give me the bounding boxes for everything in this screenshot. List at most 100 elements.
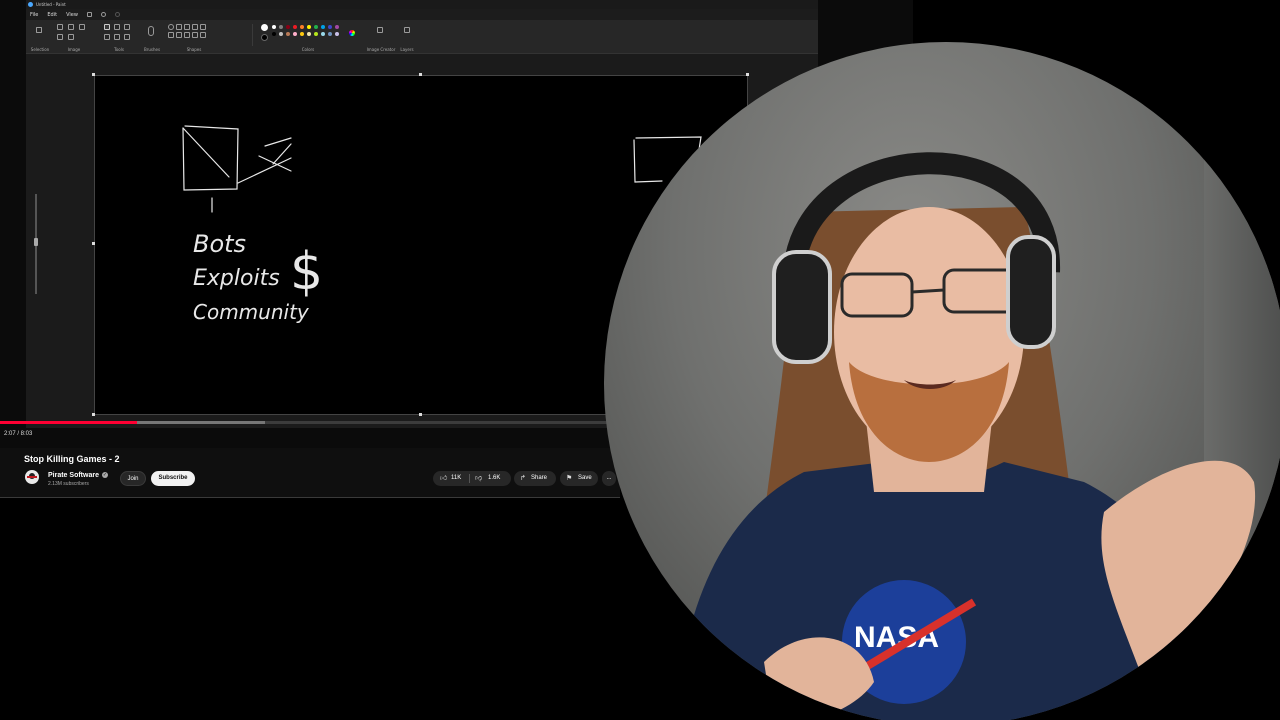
palette-swatch[interactable] [314,32,318,36]
share-icon: ↱ [520,475,526,482]
resize-handle[interactable] [92,242,95,245]
channel-name[interactable]: Pirate Software [48,472,99,479]
thumbs-down-icon[interactable]: 👎︎ [475,471,482,486]
like-count[interactable]: 11K [451,471,461,486]
video-metadata: Stop Killing Games - 2 Pirate Software ✓… [0,448,620,498]
undo-icon[interactable] [100,12,106,17]
bookmark-icon: ⚑ [566,475,573,482]
palette-swatch[interactable] [307,32,311,36]
shape-heart-icon[interactable] [200,32,206,38]
headphone-left [772,250,832,364]
palette-swatch[interactable] [328,32,332,36]
save-icon[interactable] [86,12,92,17]
palette-swatch[interactable] [300,25,304,29]
zoom-slider[interactable] [34,194,38,294]
image-tool-icon[interactable] [68,34,74,40]
group-colors-label: Colors [301,47,315,52]
palette-swatch[interactable] [272,32,276,36]
group-shapes[interactable]: Shapes [166,22,222,52]
eraser-icon[interactable] [104,34,110,40]
video-title: Stop Killing Games - 2 [24,454,120,464]
subscriber-count: 2.13M subscribers [48,481,89,487]
selection-icon[interactable] [36,27,42,33]
subscribe-button[interactable]: Subscribe [151,471,195,486]
channel-avatar[interactable] [25,470,39,484]
verified-icon: ✓ [102,472,108,478]
shape-diamond-icon[interactable] [200,24,206,30]
palette-swatch[interactable] [279,32,283,36]
menu-edit[interactable]: Edit [47,12,57,18]
menu-view[interactable]: View [66,12,78,18]
share-button[interactable]: ↱ Share [514,471,556,486]
palette-swatch[interactable] [293,25,297,29]
group-brushes[interactable]: Brushes [138,22,166,52]
group-tools[interactable]: Tools [104,22,134,52]
edit-colors-icon[interactable] [349,30,355,36]
sketch-text-community: Community [193,300,310,324]
save-button[interactable]: ⚑ Save [560,471,598,486]
resize-handle[interactable] [419,413,422,416]
palette-swatch[interactable] [314,25,318,29]
shape-arrow-icon[interactable] [176,32,182,38]
palette-swatch[interactable] [321,32,325,36]
palette-swatch[interactable] [286,25,290,29]
palette-swatch[interactable] [307,25,311,29]
group-image-creator[interactable]: Image Creator [366,22,396,52]
palette-swatch[interactable] [328,25,332,29]
palette-swatch[interactable] [286,32,290,36]
pencil-icon[interactable] [104,24,110,30]
palette-swatch[interactable] [300,32,304,36]
brush-icon[interactable] [148,26,154,36]
group-selection[interactable]: Selection [28,22,52,52]
paint-window-title: Untitled - Paint [36,2,66,7]
group-selection-label: Selection [30,47,50,52]
shape-rect-icon[interactable] [176,24,182,30]
zoom-thumb[interactable] [34,238,38,246]
resize-handle[interactable] [419,73,422,76]
text-icon[interactable] [124,24,130,30]
like-dislike-group: 👍︎ 11K 👎︎ 1.6K [433,471,511,486]
sketch-text-exploits: Exploits [193,266,280,291]
paint-logo-icon [28,2,33,7]
group-image[interactable]: Image [54,22,94,52]
magnifier-icon[interactable] [124,34,130,40]
redo-icon[interactable] [114,12,120,17]
palette-swatch[interactable] [321,25,325,29]
join-button[interactable]: Join [120,471,146,486]
flip-icon[interactable] [57,34,63,40]
shape-triangle-icon[interactable] [192,24,198,30]
dislike-count[interactable]: 1.6K [488,471,500,486]
group-colors[interactable]: Colors [258,22,358,52]
palette-swatch[interactable] [293,32,297,36]
shape-rounded-icon[interactable] [184,24,190,30]
group-image-creator-label: Image Creator [366,47,396,52]
ribbon-divider [252,24,253,46]
palette-swatch[interactable] [272,25,276,29]
shape-oval-icon[interactable] [168,24,174,30]
group-shapes-label: Shapes [186,47,202,52]
shape-star-icon[interactable] [184,32,190,38]
thumbs-up-icon[interactable]: 👍︎ [440,471,447,486]
layers-icon[interactable] [404,27,410,33]
palette-swatch[interactable] [279,25,283,29]
avatar-bandana-icon [27,476,37,478]
primary-color[interactable] [261,24,268,31]
shape-line-icon[interactable] [168,32,174,38]
rotate-icon[interactable] [79,24,85,30]
resize-handle[interactable] [92,73,95,76]
group-tools-label: Tools [114,47,124,52]
resize-handle[interactable] [92,413,95,416]
resize-icon[interactable] [68,24,74,30]
crop-icon[interactable] [57,24,63,30]
headphone-right [1006,235,1056,349]
palette-swatch[interactable] [335,32,339,36]
group-layers-label: Layers [400,47,414,52]
shape-callout-icon[interactable] [192,32,198,38]
menu-file[interactable]: File [30,12,38,18]
group-layers[interactable]: Layers [398,22,416,52]
image-creator-icon[interactable] [377,27,383,33]
palette-swatch[interactable] [335,25,339,29]
secondary-color[interactable] [261,34,268,41]
fill-icon[interactable] [114,24,120,30]
color-picker-icon[interactable] [114,34,120,40]
